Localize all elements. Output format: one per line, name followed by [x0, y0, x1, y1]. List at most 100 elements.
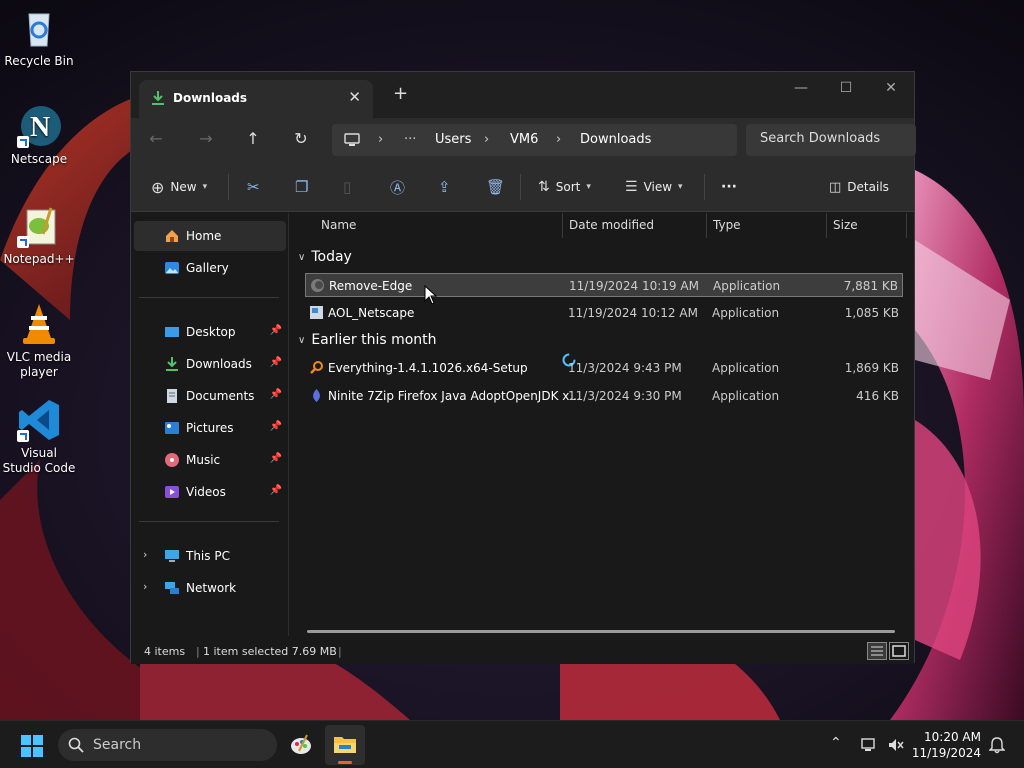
search-input[interactable]	[760, 131, 910, 146]
breadcrumb-downloads[interactable]: Downloads	[580, 132, 651, 147]
taskbar-app-file-explorer[interactable]	[325, 725, 365, 765]
sidebar-item-network[interactable]: › Network	[134, 573, 286, 603]
details-view-toggle[interactable]	[867, 642, 887, 660]
breadcrumb-vm6[interactable]: VM6	[510, 132, 538, 147]
forward-button[interactable]: →	[195, 130, 217, 150]
shortcut-arrow-icon	[17, 236, 29, 248]
desktop-icon-recycle-bin[interactable]: Recycle Bin	[2, 6, 76, 69]
desktop-folder-icon	[165, 327, 179, 337]
refresh-button[interactable]: ↻	[290, 130, 312, 150]
view-button[interactable]: ☰ View ▾	[625, 176, 683, 198]
new-tab-button[interactable]: +	[393, 83, 408, 104]
group-header-earlier-this-month[interactable]: ∨ Earlier this month	[298, 332, 437, 348]
file-date: 11/19/2024 10:19 AM	[569, 279, 699, 293]
share-button[interactable]: ⇪	[438, 176, 451, 198]
chevron-down-icon: ▾	[586, 182, 591, 192]
active-app-indicator	[338, 761, 352, 764]
tiles-view-toggle[interactable]	[889, 642, 909, 660]
minimize-button[interactable]: —	[786, 78, 816, 102]
file-row[interactable]: AOL_Netscape 11/19/2024 10:12 AM Applica…	[305, 301, 903, 325]
toolbar-divider	[228, 174, 229, 200]
list-view-icon: ☰	[625, 179, 638, 195]
sidebar-item-documents[interactable]: Documents 📌	[134, 381, 286, 411]
sidebar-item-videos[interactable]: Videos 📌	[134, 477, 286, 507]
maximize-button[interactable]: ☐	[831, 78, 861, 102]
sidebar-item-desktop[interactable]: Desktop 📌	[134, 317, 286, 347]
column-header-type[interactable]: Type	[713, 218, 741, 232]
column-header-name[interactable]: Name	[321, 218, 356, 232]
chevron-right-icon[interactable]: ›	[143, 548, 147, 561]
column-divider[interactable]	[826, 213, 827, 238]
desktop-icon-vlc[interactable]: VLC media player	[2, 302, 76, 380]
notepadpp-icon	[17, 204, 61, 248]
speaker-muted-icon[interactable]	[887, 737, 905, 753]
up-button[interactable]: ↑	[242, 130, 264, 150]
sidebar-item-this-pc[interactable]: › This PC	[134, 541, 286, 571]
file-row[interactable]: Remove-Edge 11/19/2024 10:19 AM Applicat…	[305, 273, 903, 297]
this-pc-icon	[165, 550, 179, 562]
column-header-size[interactable]: Size	[833, 218, 858, 232]
close-button[interactable]: ✕	[876, 78, 906, 102]
file-type: Application	[712, 306, 780, 320]
vscode-icon	[17, 398, 61, 442]
cut-button[interactable]: ✂	[247, 176, 260, 198]
sidebar-item-home[interactable]: Home	[134, 221, 286, 251]
plus-circle-icon: ⊕	[151, 177, 165, 197]
column-divider[interactable]	[562, 213, 563, 238]
desktop-icon-netscape[interactable]: N Netscape	[2, 104, 76, 167]
gallery-icon	[165, 262, 179, 274]
delete-button[interactable]: 🗑	[486, 176, 505, 198]
taskbar: Search ⌃ 10:20 AM 11/19/2024	[0, 720, 1024, 768]
windows-start-icon[interactable]	[20, 734, 44, 758]
sidebar-divider	[139, 297, 279, 298]
svg-text:N: N	[30, 112, 50, 143]
sidebar-item-music[interactable]: Music 📌	[134, 445, 286, 475]
breadcrumb-users[interactable]: Users	[435, 132, 471, 147]
column-divider[interactable]	[906, 213, 907, 238]
back-button[interactable]: ←	[145, 130, 167, 150]
chevron-right-icon[interactable]: ›	[143, 580, 147, 593]
sidebar-item-pictures[interactable]: Pictures 📌	[134, 413, 286, 443]
group-header-today[interactable]: ∨ Today	[298, 249, 352, 265]
details-pane-button[interactable]: ◫ Details	[829, 176, 889, 198]
application-icon	[311, 279, 324, 292]
breadcrumb-more-button[interactable]: ···	[404, 132, 416, 147]
horizontal-scrollbar[interactable]	[307, 630, 895, 633]
music-folder-icon	[165, 453, 179, 467]
sidebar-item-gallery[interactable]: Gallery	[134, 253, 286, 283]
selection-info: 1 item selected 7.69 MB	[203, 645, 337, 658]
column-divider[interactable]	[706, 213, 707, 238]
new-button[interactable]: ⊕ New ▾	[151, 176, 207, 198]
tab-title: Downloads	[173, 91, 248, 105]
home-icon	[166, 230, 178, 242]
sort-button[interactable]: ⇅ Sort ▾	[538, 176, 591, 198]
notification-bell-icon[interactable]	[989, 736, 1005, 754]
sidebar-item-downloads[interactable]: Downloads 📌	[134, 349, 286, 379]
taskbar-search[interactable]: Search	[58, 729, 277, 761]
network-status-icon[interactable]	[861, 737, 879, 753]
pin-icon: 📌	[269, 485, 282, 496]
paste-button[interactable]: ▯	[343, 176, 351, 198]
large-icons-view-icon	[892, 645, 906, 657]
view-button-label: View	[643, 180, 673, 194]
column-header-date-modified[interactable]: Date modified	[569, 218, 654, 232]
file-row[interactable]: Everything-1.4.1.1026.x64-Setup 11/3/202…	[305, 356, 903, 380]
taskbar-app-widget[interactable]	[281, 725, 321, 765]
copy-button[interactable]: ❐	[295, 176, 308, 198]
address-bar[interactable]: › ··· Users › VM6 › Downloads	[332, 124, 737, 156]
chevron-down-icon: ▾	[202, 182, 208, 192]
breadcrumb-separator: ›	[556, 132, 562, 147]
tab-downloads[interactable]: Downloads ✕	[139, 80, 373, 118]
clock[interactable]: 10:20 AM 11/19/2024	[912, 729, 981, 761]
more-options-button[interactable]: ···	[721, 176, 737, 198]
paint-palette-icon	[291, 734, 311, 754]
tab-close-button[interactable]: ✕	[348, 88, 361, 106]
desktop-icon-vscode[interactable]: Visual Studio Code	[2, 398, 76, 476]
file-row[interactable]: Ninite 7Zip Firefox Java AdoptOpenJDK x.…	[305, 384, 903, 408]
file-type: Application	[712, 361, 780, 375]
rename-button[interactable]: Ⓐ	[390, 176, 405, 198]
trash-icon: 🗑	[486, 178, 506, 196]
desktop-icon-notepadpp[interactable]: Notepad++	[2, 204, 76, 267]
clock-time: 10:20 AM	[924, 730, 981, 744]
chevron-up-icon[interactable]: ⌃	[830, 735, 842, 751]
